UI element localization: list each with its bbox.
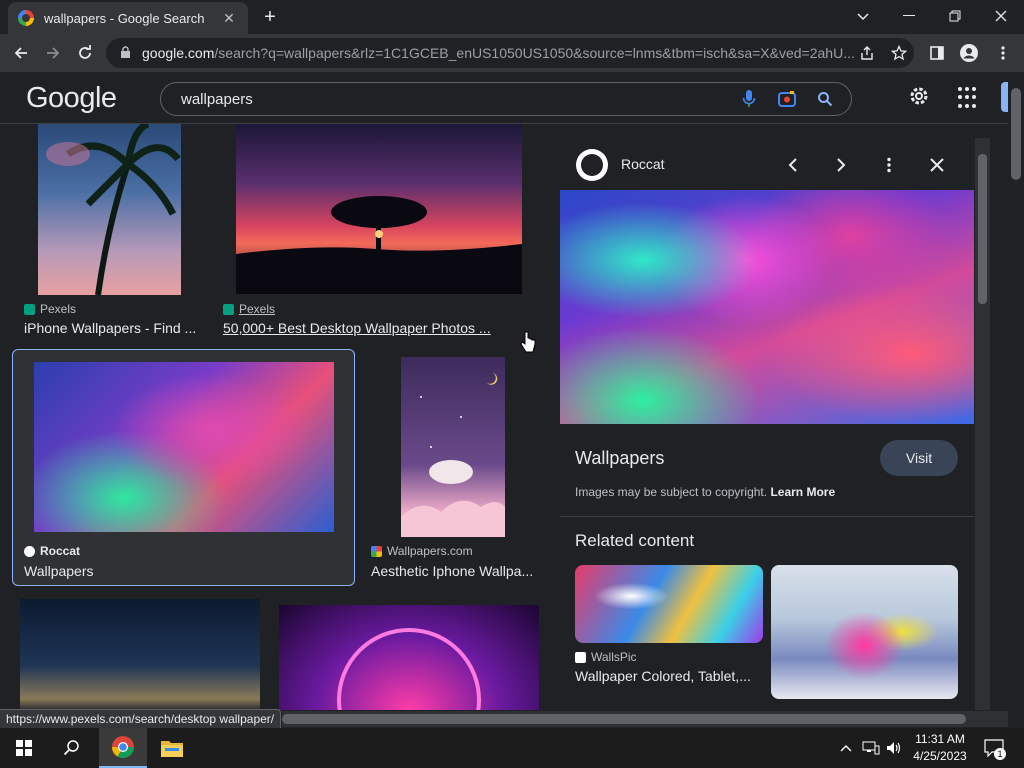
result-thumbnail-abstract[interactable] <box>34 362 334 532</box>
profile-avatar-icon[interactable] <box>958 42 980 64</box>
google-logo[interactable]: Google <box>26 82 117 115</box>
pexels-favicon-icon <box>223 303 234 315</box>
scrollbar-thumb[interactable] <box>978 154 987 304</box>
result-caption[interactable]: Wallpapers <box>24 563 344 579</box>
chrome-taskbar-icon[interactable] <box>99 728 147 768</box>
reload-button[interactable] <box>72 40 98 66</box>
result-thumbnail-neon-ring[interactable] <box>279 605 539 710</box>
learn-more-link[interactable]: Learn More <box>770 485 835 499</box>
divider <box>560 516 974 517</box>
google-lens-camera-icon[interactable] <box>775 87 799 111</box>
result-source[interactable]: Pexels <box>223 302 275 316</box>
side-panel-icon[interactable] <box>926 42 948 64</box>
taskbar-search-icon[interactable] <box>48 728 96 768</box>
panel-header: Roccat <box>560 138 974 190</box>
url-text[interactable]: google.com/search?q=wallpapers&rlz=1C1GC… <box>142 45 914 61</box>
clock-date: 4/25/2023 <box>913 749 967 763</box>
google-apps-grid-icon[interactable] <box>958 87 980 109</box>
wallpapers-com-favicon-icon <box>371 545 382 557</box>
status-bar-url: https://www.pexels.com/search/desktop wa… <box>0 709 282 729</box>
browser-toolbar: google.com/search?q=wallpapers&rlz=1C1GC… <box>0 34 1024 72</box>
scrollbar-thumb[interactable] <box>282 714 966 724</box>
pexels-favicon-icon <box>24 303 35 315</box>
notification-count-badge: 1 <box>994 748 1006 760</box>
search-box[interactable] <box>160 82 852 116</box>
account-tab-indicator[interactable] <box>1001 82 1008 112</box>
tab-search-chevron-down-icon[interactable] <box>840 0 886 32</box>
chrome-menu-icon[interactable] <box>992 42 1014 64</box>
windows-start-icon[interactable] <box>0 728 48 768</box>
volume-icon[interactable] <box>884 728 904 768</box>
network-icon[interactable] <box>860 728 882 768</box>
result-thumbnail-palm[interactable] <box>38 124 181 295</box>
address-bar[interactable]: google.com/search?q=wallpapers&rlz=1C1GC… <box>106 38 914 68</box>
minimize-button[interactable] <box>886 0 932 32</box>
related-thumbnail[interactable] <box>575 565 763 643</box>
clock-time: 11:31 AM <box>915 732 965 746</box>
next-chevron-icon[interactable] <box>828 152 854 178</box>
back-button[interactable] <box>8 40 34 66</box>
new-tab-button[interactable]: + <box>258 6 282 30</box>
related-content-heading: Related content <box>575 531 695 550</box>
horizontal-scrollbar[interactable] <box>282 711 1008 727</box>
forward-button[interactable] <box>40 40 66 66</box>
search-input[interactable] <box>181 90 737 108</box>
file-explorer-icon[interactable] <box>148 728 196 768</box>
window-close-button[interactable] <box>978 0 1024 32</box>
google-header: Google <box>0 72 1008 124</box>
tab-google-search[interactable]: wallpapers - Google Search ✕ <box>8 2 248 34</box>
result-thumbnail-cat-clouds[interactable] <box>401 357 505 537</box>
result-caption[interactable]: iPhone Wallpapers - Find ... <box>24 320 196 336</box>
bookmark-star-icon[interactable] <box>888 42 910 64</box>
previous-chevron-icon[interactable] <box>780 152 806 178</box>
visit-button[interactable]: Visit <box>880 440 958 476</box>
mouse-hand-cursor-icon <box>520 331 536 355</box>
related-caption[interactable]: Wallpaper Colored, Tablet,... <box>575 668 760 684</box>
roccat-logo-icon[interactable] <box>576 149 608 181</box>
preview-image[interactable] <box>560 190 974 424</box>
result-source[interactable]: Roccat <box>24 544 80 558</box>
panel-title[interactable]: Wallpapers <box>575 448 664 469</box>
tray-chevron-up-icon[interactable] <box>838 728 854 768</box>
voice-search-mic-icon[interactable] <box>737 87 761 111</box>
system-clock[interactable]: 11:31 AM 4/25/2023 <box>906 731 974 765</box>
tab-title: wallpapers - Google Search <box>44 10 205 26</box>
tab-strip: wallpapers - Google Search ✕ + <box>0 0 1024 34</box>
search-icon[interactable] <box>813 87 837 111</box>
related-source[interactable]: WallsPic <box>575 650 637 664</box>
panel-scrollbar[interactable] <box>975 138 990 710</box>
result-thumbnail-tree-sunset[interactable] <box>236 124 522 294</box>
scrollbar-thumb[interactable] <box>1011 88 1021 180</box>
share-icon[interactable] <box>856 42 878 64</box>
google-favicon-icon <box>18 10 34 26</box>
roccat-favicon-icon <box>24 545 35 557</box>
panel-source[interactable]: Roccat <box>621 156 665 172</box>
restore-button[interactable] <box>932 0 978 32</box>
related-thumbnail[interactable] <box>771 565 958 699</box>
close-panel-icon[interactable] <box>924 152 950 178</box>
result-source[interactable]: Pexels <box>24 302 76 316</box>
lock-icon[interactable] <box>120 46 132 60</box>
result-thumbnail-night-sky[interactable] <box>20 599 260 710</box>
image-preview-panel: Roccat Wallpapers Visit Images may be su… <box>560 138 974 710</box>
result-source[interactable]: Wallpapers.com <box>371 544 473 558</box>
more-options-icon[interactable] <box>876 152 902 178</box>
notification-center-icon[interactable]: 1 <box>980 728 1008 768</box>
tab-close-icon[interactable]: ✕ <box>220 10 238 27</box>
settings-gear-icon[interactable] <box>906 85 932 111</box>
copyright-notice: Images may be subject to copyright. Lear… <box>575 485 836 499</box>
page-scrollbar[interactable] <box>1008 72 1024 712</box>
windows-taskbar: 11:31 AM 4/25/2023 1 <box>0 728 1024 768</box>
wallspic-favicon-icon <box>575 651 586 663</box>
image-results-grid: Pexels iPhone Wallpapers - Find ... Pexe… <box>0 124 556 710</box>
result-caption[interactable]: 50,000+ Best Desktop Wallpaper Photos ..… <box>223 320 533 336</box>
result-caption[interactable]: Aesthetic Iphone Wallpa... <box>371 563 541 579</box>
